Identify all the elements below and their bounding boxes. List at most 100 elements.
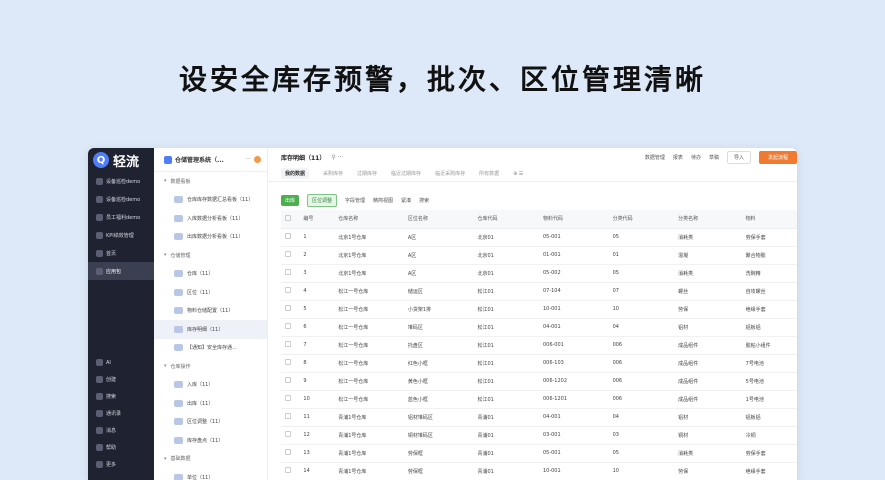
toolbar-item[interactable]: 精简视图	[373, 197, 393, 204]
select-all-checkbox[interactable]	[281, 210, 300, 229]
view-tab[interactable]: 我的数据	[281, 168, 310, 179]
nav-item[interactable]: 应用包	[88, 262, 154, 280]
row-checkbox[interactable]	[281, 462, 300, 480]
row-checkbox[interactable]	[281, 336, 300, 355]
tree-group-label: 数据看板	[170, 178, 191, 185]
column-header[interactable]: 区位名称	[403, 210, 474, 229]
tree-group[interactable]: ▾ 数据看板	[154, 172, 267, 191]
nav-item[interactable]: 员工福利demo	[88, 208, 154, 226]
table-row[interactable]: 4 松江一号仓库 储运区 松江01 07-104 07 螺丝 自攻螺丝	[281, 282, 797, 301]
nav-bottom-item[interactable]: 通讯录	[88, 405, 154, 422]
column-header[interactable]: 分类代码	[608, 210, 675, 229]
tree-group[interactable]: ▾ 仓储管理	[154, 246, 267, 265]
tree-group[interactable]: ▾ 仓库操作	[154, 357, 267, 376]
form-icon	[174, 233, 183, 241]
app-title[interactable]: 仓储管理系统（...	[175, 155, 224, 164]
row-checkbox[interactable]	[281, 282, 300, 301]
table-row[interactable]: 9 松江一号仓库 黄色小框 松江01 006-1202 006 成品组件 5号电池	[281, 372, 797, 391]
tree-item[interactable]: 区位（11）	[154, 283, 267, 302]
view-tab[interactable]: 采购库存	[323, 170, 343, 177]
tree-item[interactable]: 物料仓储配置（11）	[154, 302, 267, 321]
nav-bottom-item[interactable]: 搜索	[88, 388, 154, 405]
nav-icon	[96, 461, 103, 468]
nav-item[interactable]: 设备巡检demo	[88, 190, 154, 208]
view-tab[interactable]: 临近过期库存	[391, 170, 421, 177]
column-header[interactable]: 仓库代码	[473, 210, 539, 229]
tree-item[interactable]: 出库数据分析看板（11）	[154, 228, 267, 247]
nav-bottom-item[interactable]: 帮助	[88, 439, 154, 456]
view-tab[interactable]: 临近采购库存	[435, 170, 465, 177]
toolbar-item[interactable]: 搜索	[419, 197, 429, 204]
tree-item[interactable]: 出库（11）	[154, 394, 267, 413]
column-header[interactable]: 编号	[299, 210, 335, 229]
toolbar-item[interactable]: 字段管理	[345, 197, 365, 204]
tree-item[interactable]: 【通知】安全库存通...	[154, 339, 267, 358]
top-action[interactable]: 待办	[691, 154, 701, 161]
form-title: 库存明细（11）	[281, 154, 326, 162]
nav-item[interactable]: 首页	[88, 244, 154, 262]
table-row[interactable]: 11 青浦1号仓库 铝材堆码区 青浦01 04-001 04 铝材 铝板铝	[281, 408, 797, 427]
nav-item[interactable]: KPI绩效管理	[88, 226, 154, 244]
row-checkbox[interactable]	[281, 390, 300, 409]
table-row[interactable]: 2 北京1号仓库 A区 北京01 01-001 01 混凝 聚合物胶	[281, 246, 797, 265]
table-row[interactable]: 14 青浦1号仓库 劳保框 青浦01 10-001 10 劳保 绝缘手套	[281, 462, 797, 480]
column-header[interactable]: 分类名称	[674, 210, 742, 229]
column-header[interactable]: 仓库名称	[334, 210, 404, 229]
nav-item[interactable]: 设备巡检demo	[88, 172, 154, 190]
title-tools-icon[interactable]: ⚲ ···	[331, 154, 343, 161]
publish-button[interactable]: 发起流程	[758, 150, 797, 164]
table-row[interactable]: 5 松江一号仓库 小货架1排 松江01 10-001 10 劳保 绝缘手套	[281, 300, 797, 319]
table-row[interactable]: 7 松江一号仓库 托盘区 松江01 006-001 006 成品组件 胶粘小组件	[281, 336, 797, 355]
row-checkbox[interactable]	[281, 246, 300, 265]
tab-extra-icons[interactable]: ⊕ ☰	[513, 171, 523, 177]
view-tab[interactable]: 过期库存	[357, 170, 377, 177]
notification-dot-icon[interactable]	[254, 156, 261, 163]
row-checkbox[interactable]	[281, 318, 300, 337]
table-row[interactable]: 13 青浦1号仓库 劳保框 青浦01 05-001 05 消耗类 劳保手套	[281, 444, 797, 463]
table-row[interactable]: 1 北京1号仓库 A区 北京01 05-001 05 消耗类 劳保手套	[281, 228, 797, 247]
table-cell: 青浦01	[473, 426, 539, 445]
nav-bottom-item[interactable]: 消息	[88, 422, 154, 439]
import-button[interactable]: 导入	[726, 150, 751, 164]
tree-item[interactable]: 仓库（11）	[154, 265, 267, 284]
tree-item[interactable]: 库存明细（11）	[154, 320, 267, 339]
top-action[interactable]: 数据管理	[645, 154, 665, 161]
nav-bottom-item[interactable]: AI	[88, 354, 154, 371]
tree-item[interactable]: 仓库库存数据汇总看板（11）	[154, 191, 267, 210]
nav-bottom-item[interactable]: 更多	[88, 456, 154, 473]
tree-item[interactable]: 库存盘点（11）	[154, 431, 267, 450]
view-tab[interactable]: 所有数据	[479, 170, 499, 177]
nav-bottom-item[interactable]: 创建	[88, 371, 154, 388]
adjust-button[interactable]: 区位调整	[307, 193, 338, 207]
table-cell: 04-001	[538, 408, 609, 427]
row-checkbox[interactable]	[281, 354, 300, 373]
table-row[interactable]: 8 松江一号仓库 红色小框 松江01 006-103 006 成品组件 7号电池	[281, 354, 797, 373]
row-checkbox[interactable]	[281, 300, 300, 319]
table-row[interactable]: 3 北京1号仓库 A区 北京01 05-002 05 消耗类 洗碗精	[281, 264, 797, 283]
row-checkbox[interactable]	[281, 228, 300, 247]
row-checkbox[interactable]	[281, 426, 300, 445]
out-button[interactable]: 出库	[281, 194, 300, 206]
row-checkbox[interactable]	[281, 444, 300, 463]
column-header[interactable]: 物料	[741, 210, 797, 229]
more-icon[interactable]: ···	[245, 156, 251, 163]
table-cell: 蓝色小框	[403, 390, 474, 409]
table-cell: 北京01	[473, 246, 539, 265]
tree-item[interactable]: 单位（11）	[154, 468, 267, 480]
top-action[interactable]: 草稿	[709, 154, 719, 161]
table-row[interactable]: 6 松江一号仓库 堆码区 松江01 04-001 04 铝材 铝板铝	[281, 318, 797, 337]
row-checkbox[interactable]	[281, 264, 300, 283]
tree-item[interactable]: 入库数据分析看板（11）	[154, 209, 267, 228]
top-action[interactable]: 报表	[673, 154, 683, 161]
column-header[interactable]: 物料代码	[538, 210, 609, 229]
row-checkbox[interactable]	[281, 408, 300, 427]
row-checkbox[interactable]	[281, 372, 300, 391]
tree-group[interactable]: ▾ 基础数据	[154, 450, 267, 469]
table-cell: 松江一号仓库	[334, 390, 404, 409]
table-cell: 9	[299, 372, 335, 391]
table-row[interactable]: 12 青浦1号仓库 铜材堆码区 青浦01 03-001 03 铜材 冷铜	[281, 426, 797, 445]
tree-item[interactable]: 入库（11）	[154, 376, 267, 395]
tree-item[interactable]: 区位调整（11）	[154, 413, 267, 432]
toolbar-item[interactable]: 紧凑	[401, 197, 411, 204]
table-row[interactable]: 10 松江一号仓库 蓝色小框 松江01 006-1201 006 成品组件 1号电池	[281, 390, 797, 409]
